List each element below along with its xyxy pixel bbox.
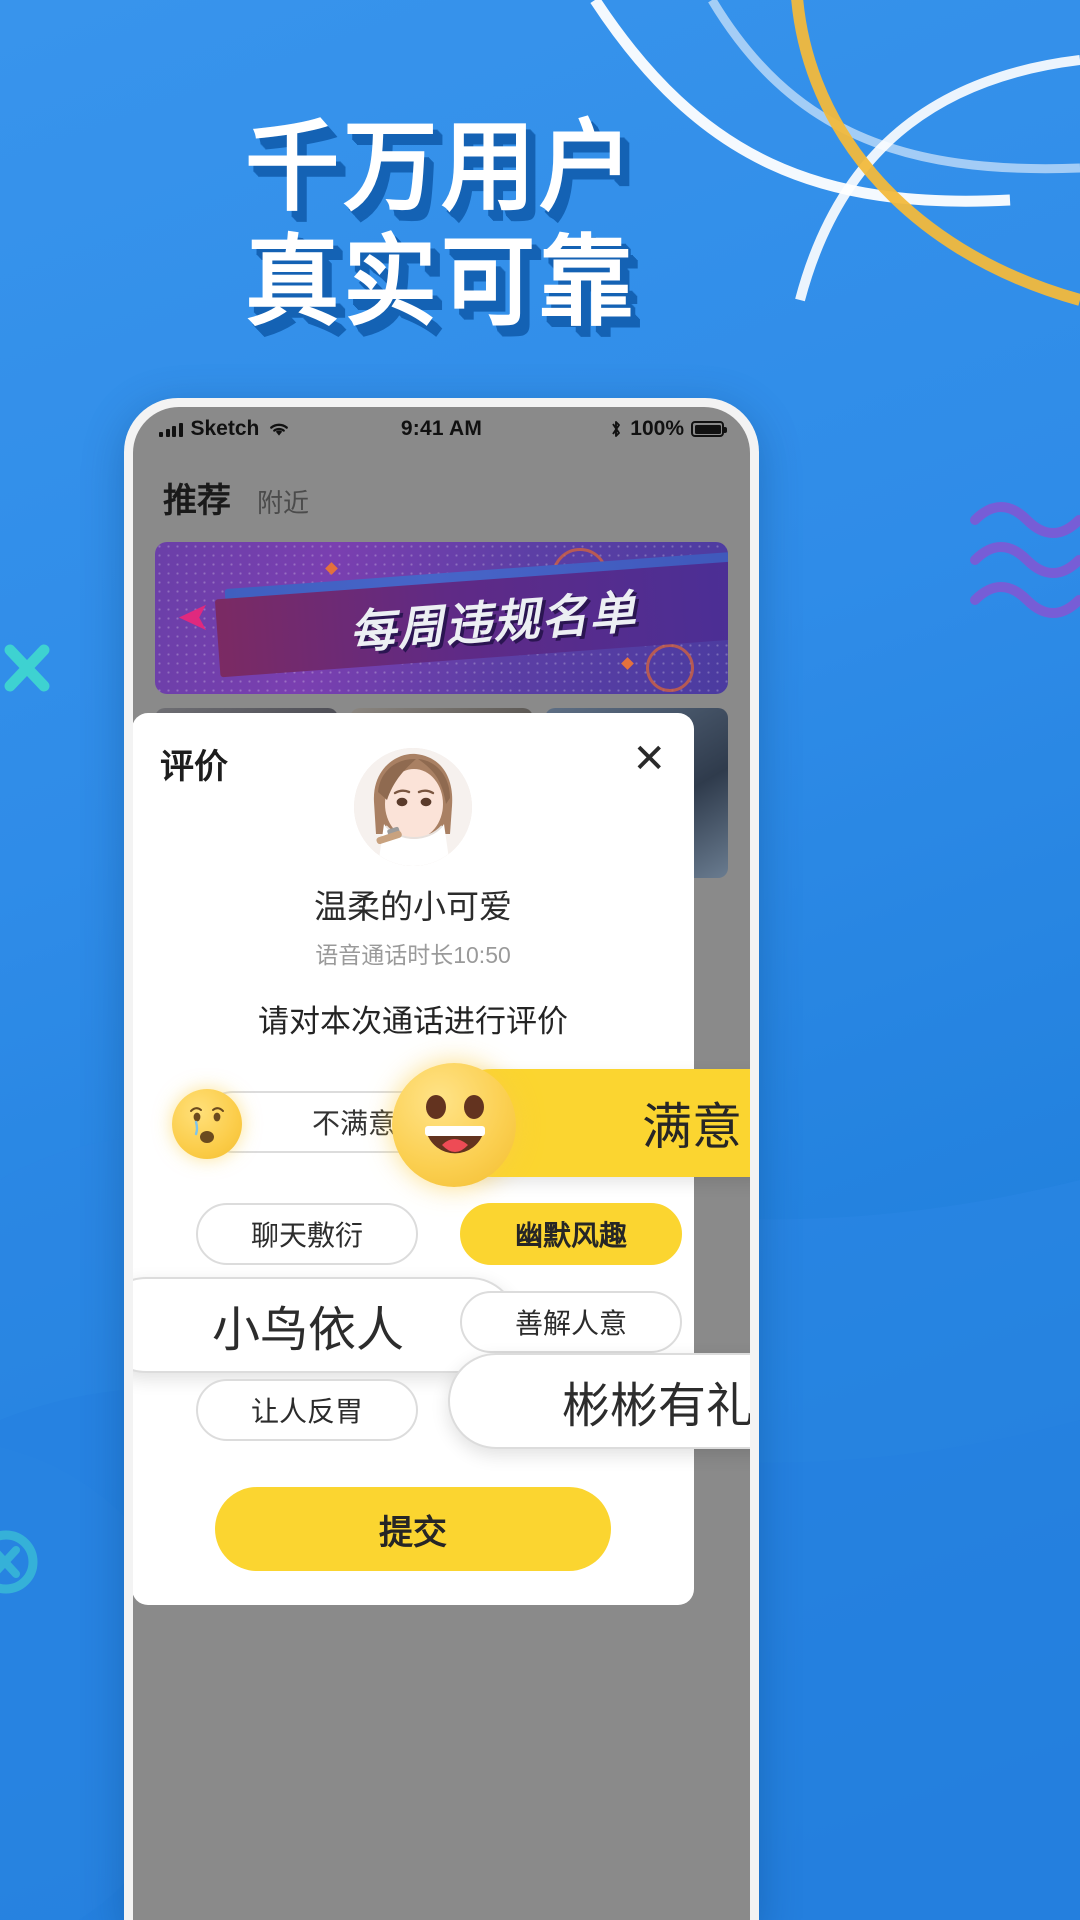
phone-mockup: Sketch 9:41 AM 100% 推荐 附近 ➤ 每周违规名单 评价 ✕ …: [124, 398, 759, 1920]
submit-button[interactable]: 提交: [215, 1487, 611, 1571]
rating-modal: 评价 ✕ 温柔的小可爱 语音通话时长10:50 请对本次通话进行评价 不满意 满…: [133, 713, 750, 1605]
status-bar: Sketch 9:41 AM 100%: [133, 407, 750, 451]
tab-bar: 推荐 附近: [133, 451, 750, 536]
tab-recommend[interactable]: 推荐: [163, 473, 231, 522]
wifi-icon: [270, 423, 289, 436]
promo-headline: 千万用户 真实可靠: [0, 118, 882, 332]
banner-spark-icon: ➤: [177, 595, 211, 639]
sad-face-icon: [172, 1089, 242, 1159]
tag-list: 聊天敷衍 幽默风趣 小鸟依人 善解人意 让人反胃 彬彬有礼: [133, 1203, 750, 1463]
battery-icon: [691, 421, 727, 437]
tag-chip[interactable]: 聊天敷衍: [196, 1203, 418, 1265]
promo-banner[interactable]: ➤ 每周违规名单: [155, 542, 728, 694]
rating-prompt: 请对本次通话进行评价: [258, 1004, 568, 1039]
tag-chip[interactable]: 善解人意: [460, 1291, 682, 1353]
headline-line-1: 千万用户: [245, 110, 637, 225]
tag-chip[interactable]: 彬彬有礼: [448, 1353, 750, 1449]
headline-line-2: 真实可靠: [245, 225, 637, 340]
happy-face-icon: [392, 1063, 516, 1187]
bluetooth-icon: [612, 421, 621, 437]
rating-dissatisfied-label: 不满意: [311, 1108, 396, 1139]
phone-screen: Sketch 9:41 AM 100% 推荐 附近 ➤ 每周违规名单 评价 ✕ …: [133, 407, 750, 1920]
close-icon[interactable]: ✕: [632, 739, 666, 779]
rating-row: 不满意 满意: [160, 1063, 750, 1187]
signal-bars-icon: [159, 422, 183, 437]
status-bar-right: 100%: [609, 417, 727, 441]
avatar-illustration: [354, 748, 472, 866]
tab-nearby[interactable]: 附近: [257, 483, 309, 520]
rating-satisfied-button[interactable]: 满意: [392, 1063, 750, 1187]
avatar: [354, 748, 472, 866]
tag-chip[interactable]: 让人反胃: [196, 1379, 418, 1441]
banner-ring-decor-2: [646, 644, 694, 692]
modal-title: 评价: [160, 748, 228, 786]
user-name: 温柔的小可爱: [314, 888, 512, 925]
carrier-label: Sketch: [190, 417, 260, 440]
call-duration: 语音通话时长10:50: [315, 942, 511, 968]
battery-percent-label: 100%: [630, 417, 684, 440]
status-bar-left: Sketch: [159, 417, 291, 441]
tag-chip-selected[interactable]: 幽默风趣: [460, 1203, 682, 1265]
rating-satisfied-label: 满意: [642, 1099, 742, 1155]
